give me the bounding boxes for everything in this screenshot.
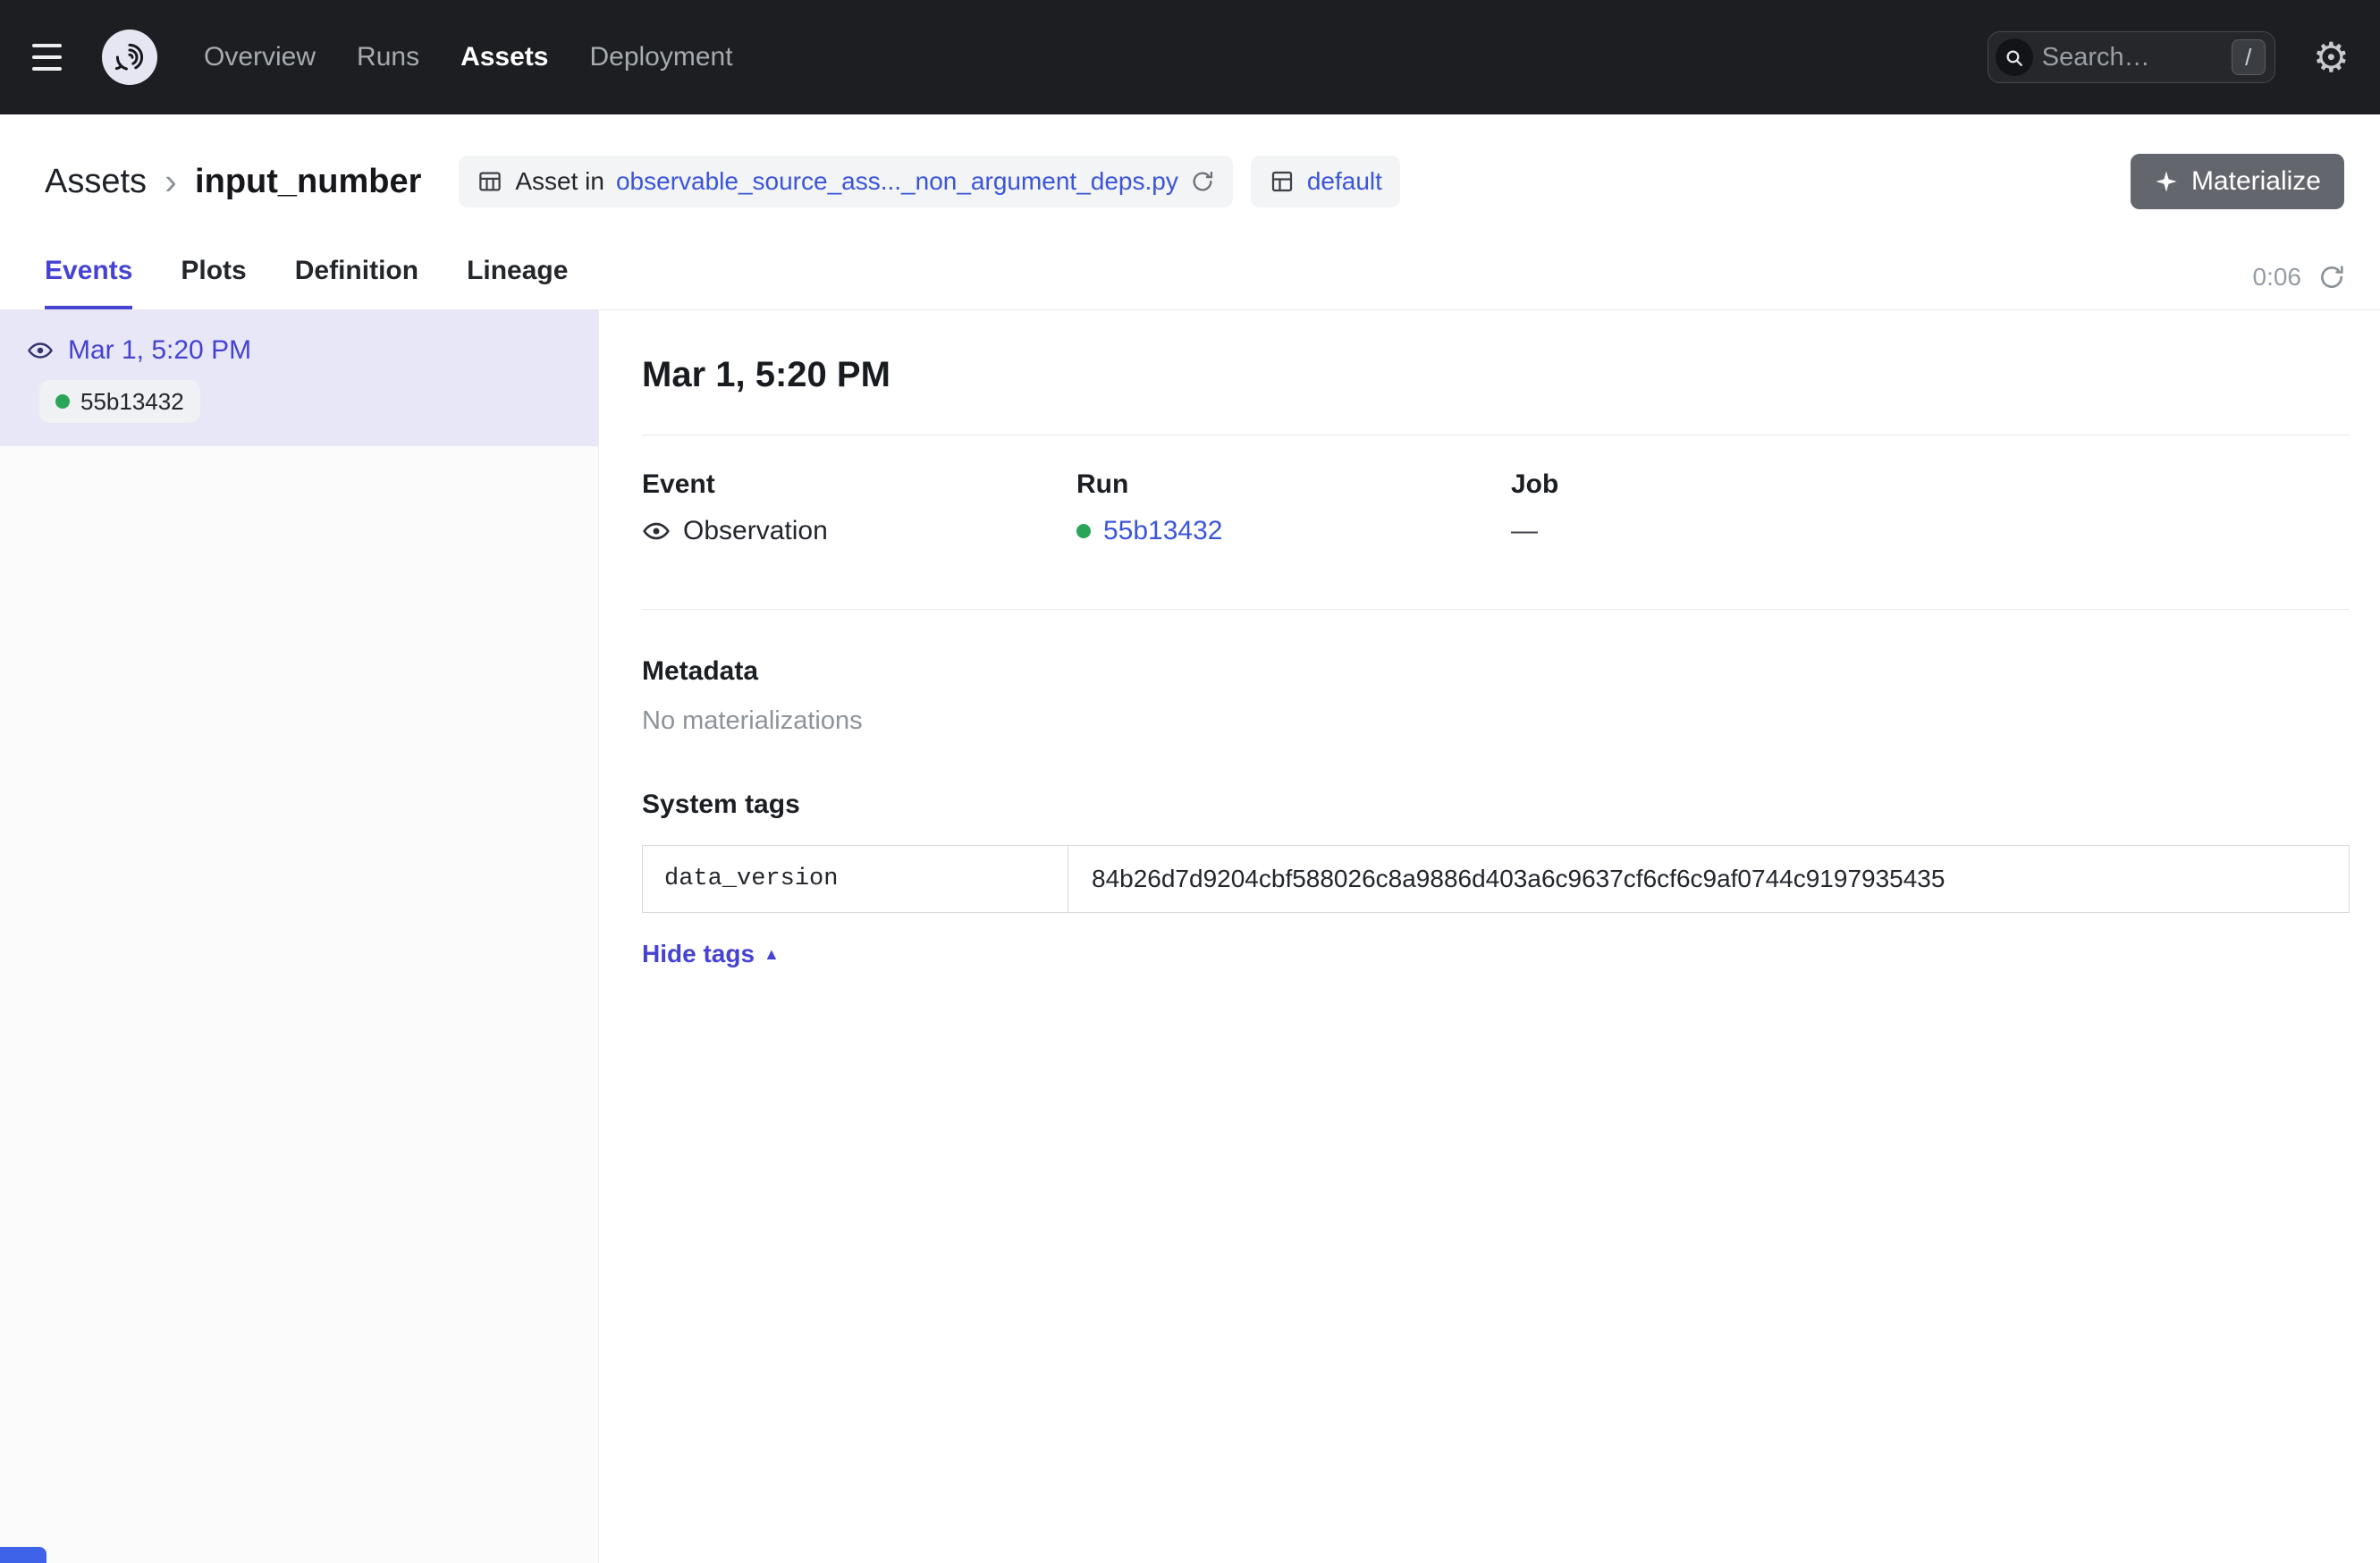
refresh-icon[interactable] — [2317, 263, 2346, 291]
group-grid-icon — [1269, 168, 1295, 195]
search-icon — [1996, 38, 2033, 76]
chevron-right-icon: › — [165, 163, 177, 200]
tag-key-cell: data_version — [643, 846, 1068, 912]
asset-in-label: Asset in — [515, 167, 604, 196]
nav-item-deployment[interactable]: Deployment — [589, 42, 732, 72]
event-column: Event Observation — [642, 469, 1076, 546]
asset-file-link[interactable]: observable_source_ass..._non_argument_de… — [616, 167, 1178, 196]
event-title: Mar 1, 5:20 PM — [642, 355, 2350, 395]
run-status-dot — [1076, 524, 1091, 538]
tab-events[interactable]: Events — [45, 256, 132, 309]
system-tags-table: data_version 84b26d7d9204cbf588026c8a988… — [642, 845, 2350, 913]
global-search[interactable]: / — [1988, 31, 2275, 83]
nav-item-runs[interactable]: Runs — [357, 42, 419, 72]
event-summary-columns: Event Observation Run 55b13432 Job — [642, 469, 2350, 546]
run-label: Run — [1076, 469, 1511, 500]
asset-header: Assets › input_number Asset in observabl… — [0, 114, 2380, 213]
asset-tabs: Events Plots Definition Lineage — [45, 256, 568, 309]
content: Mar 1, 5:20 PM 55b13432 Mar 1, 5:20 PM E… — [0, 310, 2380, 1563]
materialize-button[interactable]: Materialize — [2131, 154, 2344, 209]
nav-item-assets[interactable]: Assets — [460, 42, 548, 72]
eye-icon — [27, 337, 54, 364]
job-label: Job — [1511, 469, 2350, 500]
nav-item-overview[interactable]: Overview — [204, 42, 316, 72]
group-default-link[interactable]: default — [1307, 167, 1382, 196]
tag-value-cell: 84b26d7d9204cbf588026c8a9886d403a6c9637c… — [1068, 846, 2349, 912]
group-chip: default — [1251, 156, 1400, 207]
tab-lineage[interactable]: Lineage — [467, 256, 568, 309]
octopus-swirl-icon — [108, 36, 151, 79]
breadcrumb: Assets › input_number Asset in observabl… — [45, 150, 2344, 213]
breadcrumb-current-asset: input_number — [195, 163, 421, 201]
tab-definition[interactable]: Definition — [295, 256, 418, 309]
event-label: Event — [642, 469, 1076, 500]
metadata-empty-text: No materializations — [642, 706, 2350, 736]
hamburger-menu-icon[interactable] — [32, 44, 72, 71]
table-icon — [477, 168, 503, 195]
events-sidebar: Mar 1, 5:20 PM 55b13432 — [0, 310, 599, 1563]
job-value: — — [1511, 516, 1538, 546]
run-status-dot — [55, 394, 70, 409]
hide-tags-link[interactable]: Hide tags ▲ — [642, 940, 780, 968]
run-badge: 55b13432 — [39, 380, 200, 423]
hide-tags-label: Hide tags — [642, 940, 755, 968]
primary-nav: Overview Runs Assets Deployment — [204, 42, 733, 72]
event-detail-panel: Mar 1, 5:20 PM Event Observation Run 55b… — [599, 310, 2380, 1563]
asset-tabs-row: Events Plots Definition Lineage 0:06 — [0, 213, 2380, 310]
reload-definitions-icon[interactable] — [1190, 169, 1215, 194]
event-type-value: Observation — [683, 516, 828, 546]
run-id: 55b13432 — [80, 388, 184, 416]
bottom-left-blue-artifact — [0, 1547, 46, 1563]
asset-location-chip: Asset in observable_source_ass..._non_ar… — [459, 156, 1232, 207]
job-column: Job — — [1511, 469, 2350, 546]
run-link[interactable]: 55b13432 — [1103, 516, 1222, 546]
metadata-heading: Metadata — [642, 656, 2350, 687]
slash-shortcut-badge: / — [2232, 39, 2266, 75]
tab-plots[interactable]: Plots — [181, 256, 246, 309]
settings-gear-icon[interactable]: ⚙ — [2313, 37, 2350, 78]
system-tags-heading: System tags — [642, 790, 2350, 820]
event-timestamp: Mar 1, 5:20 PM — [68, 335, 251, 366]
sparkle-icon — [2154, 169, 2179, 194]
breadcrumb-assets-link[interactable]: Assets — [45, 163, 147, 201]
poll-timer: 0:06 — [2253, 263, 2302, 291]
dagster-logo[interactable] — [102, 30, 157, 85]
topbar: Overview Runs Assets Deployment / ⚙ — [0, 0, 2380, 114]
materialize-label: Materialize — [2191, 166, 2321, 197]
poll-controls: 0:06 — [2253, 263, 2347, 309]
divider — [642, 609, 2350, 610]
search-input[interactable] — [2033, 43, 2232, 72]
eye-icon — [642, 517, 671, 545]
run-column: Run 55b13432 — [1076, 469, 1511, 546]
caret-up-icon: ▲ — [764, 946, 780, 962]
event-list-item[interactable]: Mar 1, 5:20 PM 55b13432 — [0, 310, 598, 446]
